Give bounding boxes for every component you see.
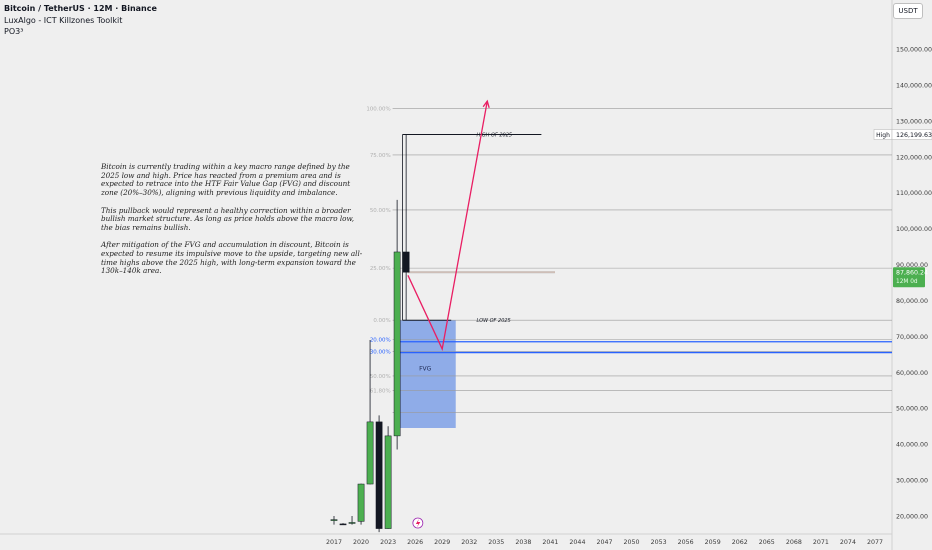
note-paragraph-2: This pullback would represent a healthy … <box>101 205 355 232</box>
y-tick-label: 70,000.00 <box>896 334 928 341</box>
projection-path <box>407 100 488 352</box>
x-tick-label: 2068 <box>786 539 802 546</box>
fib-level-label: 75.00% <box>370 153 391 159</box>
high-value: 126,199.63 <box>896 132 932 139</box>
x-tick-label: 2065 <box>759 539 775 546</box>
x-tick-label: 2038 <box>515 539 531 546</box>
candle-body <box>402 251 410 273</box>
x-tick-label: 2023 <box>380 539 396 546</box>
candle-body <box>348 522 356 524</box>
y-tick-label: 110,000.00 <box>896 190 932 197</box>
x-tick-label: 2074 <box>840 539 856 546</box>
candle-body <box>384 435 392 529</box>
x-tick-label: 2047 <box>596 539 612 546</box>
y-tick-label: 150,000.00 <box>896 47 932 54</box>
level-label: LOW OF 2025 <box>477 318 511 324</box>
y-tick-label: 80,000.00 <box>896 298 928 305</box>
x-tick-label: 2026 <box>407 539 423 546</box>
candle-body <box>330 519 338 521</box>
candle-body <box>366 421 374 485</box>
x-tick-label: 2059 <box>705 539 721 546</box>
x-tick-label: 2053 <box>651 539 667 546</box>
candle-body <box>339 523 347 526</box>
fvg-box <box>397 320 456 428</box>
fib-level-label: 30.00% <box>370 349 391 355</box>
fib-level-label: 50.00% <box>370 374 391 380</box>
countdown: 12M 0d <box>896 279 918 285</box>
y-tick-label: 120,000.00 <box>896 154 932 161</box>
x-tick-label: 2041 <box>542 539 558 546</box>
fib-level-label: 50.00% <box>370 208 391 214</box>
y-tick-label: 140,000.00 <box>896 82 932 89</box>
indicator-po3[interactable]: PO3³ <box>4 27 23 36</box>
candle-body <box>393 251 401 437</box>
y-tick-label: 100,000.00 <box>896 226 932 233</box>
x-tick-label: 2032 <box>461 539 477 546</box>
indicator-luxalgo[interactable]: LuxAlgo - ICT Killzones Toolkit <box>4 16 122 25</box>
candle-body <box>357 483 365 522</box>
fib-level-label: 20.00% <box>370 337 391 343</box>
fvg-label: FVG <box>419 366 432 373</box>
y-tick-label: 60,000.00 <box>896 370 928 377</box>
symbol-title: Bitcoin / TetherUS · 12M · Binance <box>4 4 157 13</box>
analysis-note: Bitcoin is currently trading within a ke… <box>101 162 363 285</box>
note-paragraph-1: Bitcoin is currently trading within a ke… <box>101 162 351 198</box>
currency-button[interactable]: USDT <box>893 3 923 19</box>
y-tick-label: 20,000.00 <box>896 514 928 521</box>
x-tick-label: 2035 <box>488 539 504 546</box>
y-tick-label: 30,000.00 <box>896 478 928 485</box>
x-tick-label: 2050 <box>624 539 640 546</box>
x-tick-label: 2017 <box>326 539 342 546</box>
high-tag: High <box>876 132 890 139</box>
x-tick-label: 2077 <box>867 539 883 546</box>
x-tick-label: 2020 <box>353 539 369 546</box>
fib-level-label: 0.00% <box>373 318 390 324</box>
y-tick-label: 50,000.00 <box>896 406 928 413</box>
x-tick-label: 2029 <box>434 539 450 546</box>
fib-level-label: 25.00% <box>370 266 391 272</box>
note-paragraph-3: After mitigation of the FVG and accumula… <box>101 240 363 276</box>
y-tick-label: 130,000.00 <box>896 118 932 125</box>
fib-level-label: 100.00% <box>366 106 390 112</box>
x-tick-label: 2071 <box>813 539 829 546</box>
y-tick-label: 40,000.00 <box>896 442 928 449</box>
x-tick-label: 2062 <box>732 539 748 546</box>
x-tick-label: 2044 <box>569 539 585 546</box>
x-tick-label: 2056 <box>678 539 694 546</box>
last-price: 87,860.24 <box>896 270 928 277</box>
fib-level-label: 61.80% <box>370 388 391 394</box>
candle-body <box>375 421 383 529</box>
